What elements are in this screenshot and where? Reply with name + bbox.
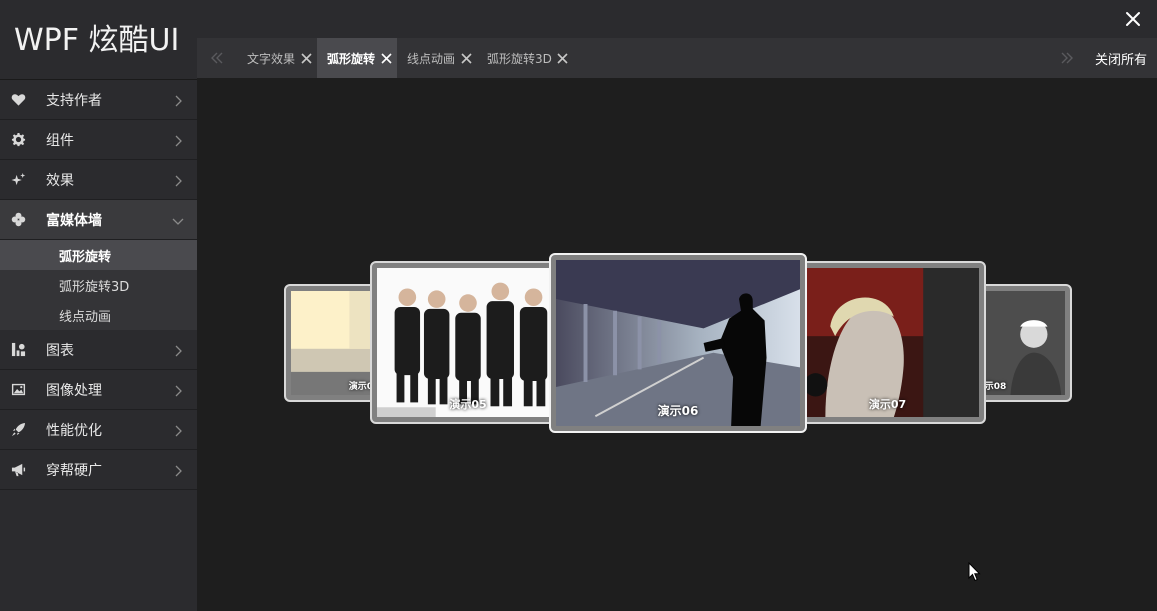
window-close-button[interactable] — [1123, 9, 1143, 29]
sidebar-item-media-wall[interactable]: 富媒体墙 — [0, 200, 197, 240]
sidebar-item-ads[interactable]: 穿帮硬广 — [0, 450, 197, 490]
sidebar-item-label: 性能优化 — [46, 422, 102, 439]
sidebar-item-label: 支持作者 — [46, 92, 102, 109]
sidebar-subitem-arc-rotate[interactable]: 弧形旋转 — [0, 240, 197, 270]
mouse-cursor-icon — [968, 562, 981, 582]
card-caption: 演示07 — [868, 398, 907, 411]
tab-label: 弧形旋转 — [327, 51, 376, 66]
chevron-right-icon — [171, 173, 185, 187]
tab-close-button[interactable] — [459, 51, 473, 65]
megaphone-icon — [0, 462, 38, 477]
heart-icon — [0, 92, 38, 107]
carousel-card[interactable]: 演示05 — [370, 261, 566, 424]
sidebar-item-label: 穿帮硬广 — [46, 462, 102, 479]
tab-arc-rotate-3d[interactable]: 弧形旋转3D — [477, 38, 574, 78]
sidebar-submenu: 弧形旋转 弧形旋转3D 线点动画 — [0, 240, 197, 330]
tab-label: 文字效果 — [247, 51, 296, 66]
tab-bar: 文字效果 弧形旋转 线点动画 弧形旋转3D 关闭所有 — [197, 38, 1157, 78]
app-title: WPF 炫酷UI — [14, 23, 180, 58]
chart-icon — [0, 342, 38, 357]
tab-line-dot-animation[interactable]: 线点动画 — [397, 38, 477, 78]
close-icon — [380, 52, 392, 64]
tab-close-button[interactable] — [556, 51, 570, 65]
chevron-right-icon — [171, 343, 185, 357]
tab-arc-rotate[interactable]: 弧形旋转 — [317, 38, 398, 78]
chevron-right-icon — [171, 93, 185, 107]
sidebar-item-label: 组件 — [46, 132, 74, 149]
close-icon — [460, 52, 472, 64]
sidebar-item-label: 效果 — [46, 172, 74, 189]
tab-label: 线点动画 — [407, 51, 456, 66]
double-chevron-right-icon — [1061, 52, 1073, 64]
close-icon — [557, 52, 569, 64]
carousel-card-selected[interactable]: 演示06 — [549, 253, 807, 433]
double-chevron-left-icon — [211, 52, 223, 64]
tab-close-button[interactable] — [299, 51, 313, 65]
sidebar-nav: 支持作者 组件 效果 富媒体墙 弧形旋转 弧形旋转3D 线点动画 图表 图像处理… — [0, 79, 197, 490]
sidebar-item-image-processing[interactable]: 图像处理 — [0, 370, 197, 410]
close-all-tabs-button[interactable]: 关闭所有 — [1087, 49, 1157, 68]
chevron-right-icon — [171, 463, 185, 477]
sidebar-item-charts[interactable]: 图表 — [0, 330, 197, 370]
chevron-down-icon — [171, 213, 185, 227]
sidebar-subitem-line-dot-animation[interactable]: 线点动画 — [0, 300, 197, 330]
sidebar-item-label: 富媒体墙 — [46, 212, 102, 229]
rocket-icon — [0, 422, 38, 437]
chevron-right-icon — [171, 383, 185, 397]
image-icon — [0, 382, 38, 397]
window-titlebar — [197, 0, 1157, 38]
tab-scroll-left-button[interactable] — [197, 38, 237, 78]
card-image — [796, 268, 979, 417]
sidebar-item-components[interactable]: 组件 — [0, 120, 197, 160]
sidebar-item-effects[interactable]: 效果 — [0, 160, 197, 200]
card-caption: 演示06 — [657, 404, 699, 418]
sparkle-icon — [0, 172, 38, 187]
tab-text-effects[interactable]: 文字效果 — [237, 38, 317, 78]
chevron-right-icon — [171, 133, 185, 147]
chevron-right-icon — [171, 423, 185, 437]
tab-label: 弧形旋转3D — [487, 51, 552, 66]
sidebar: WPF 炫酷UI 支持作者 组件 效果 富媒体墙 弧形旋转 弧形旋转3D 线点动… — [0, 0, 197, 611]
tab-scroll-right-button[interactable] — [1047, 38, 1087, 78]
sidebar-item-performance[interactable]: 性能优化 — [0, 410, 197, 450]
tabs: 文字效果 弧形旋转 线点动画 弧形旋转3D — [237, 38, 574, 78]
close-icon — [1126, 12, 1140, 26]
sidebar-item-support-author[interactable]: 支持作者 — [0, 80, 197, 120]
carousel-card[interactable]: 演示07 — [789, 261, 986, 424]
tab-close-button[interactable] — [379, 51, 393, 65]
close-icon — [300, 52, 312, 64]
sidebar-item-label: 图表 — [46, 342, 74, 359]
sidebar-item-label: 图像处理 — [46, 382, 102, 399]
gear-icon — [0, 132, 38, 147]
card-image — [377, 268, 559, 417]
clover-icon — [0, 212, 38, 227]
card-caption: 演示05 — [449, 398, 487, 411]
sidebar-subitem-arc-rotate-3d[interactable]: 弧形旋转3D — [0, 270, 197, 300]
content-area: 演示04 演示08 演示05 演示07 演示06 — [197, 78, 1157, 611]
